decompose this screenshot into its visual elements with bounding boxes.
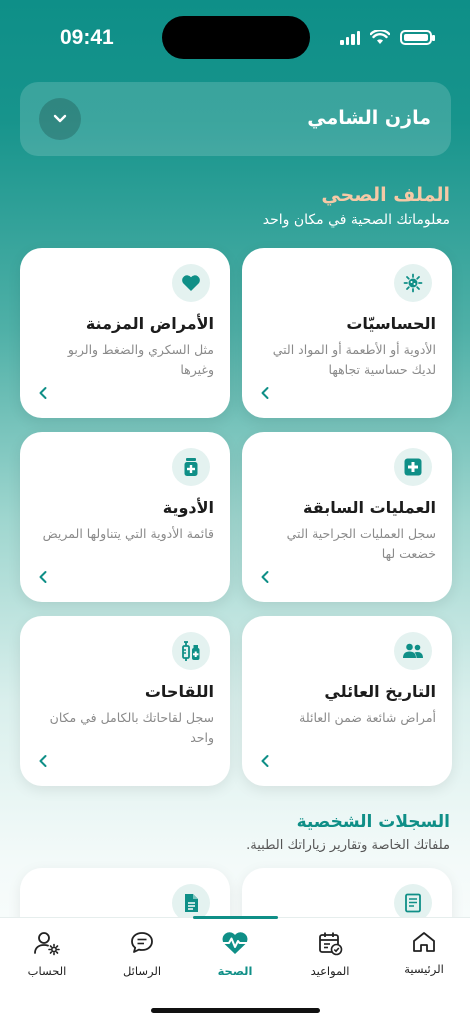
card-title: الحساسيّات [346,314,436,333]
card-medications[interactable]: الأدوية قائمة الأدوية التي يتناولها المر… [20,432,230,602]
card-title: التاريخ العائلي [324,682,436,701]
card-past-surgeries[interactable]: العمليات السابقة سجل العمليات الجراحية ا… [242,432,452,602]
user-settings-icon [34,932,60,956]
medical-plus-icon [404,458,422,476]
card-chronic-diseases[interactable]: الأمراض المزمنة مثل السكري والضغط والربو… [20,248,230,418]
medicine-bottle-icon [184,458,198,476]
nav-appointments[interactable]: المواعيد [290,930,370,978]
status-icons [340,30,435,45]
chat-icon [131,932,153,953]
health-file-title: الملف الصحي [321,184,450,206]
profile-name: مازن الشامي [307,107,431,129]
wifi-icon [370,30,390,44]
status-time: 09:41 [60,26,114,49]
card-description: مثل السكري والضغط والربو وغيرها [67,342,214,377]
chevron-down-icon [53,114,67,123]
health-file-subtitle: معلوماتك الصحية في مكان واحد [262,212,450,228]
nav-label: الرسائل [122,964,162,978]
chevron-left-icon [261,571,269,583]
heart-icon [182,275,200,291]
profile-dropdown-button[interactable] [39,98,81,140]
cellular-signal-icon [340,30,360,45]
card-description: سجل العمليات الجراحية التي خضعت لها [286,526,436,561]
home-indicator [151,1008,320,1013]
nav-label: المواعيد [310,964,350,978]
nav-home[interactable]: الرئيسية [384,930,464,976]
card-description: سجل لقاحاتك بالكامل في مكان واحد [49,710,214,745]
active-tab-indicator [193,916,278,919]
card-title: العمليات السابقة [303,498,436,517]
nav-health[interactable]: الصحة [195,930,275,978]
card-description: أمراض شائعة ضمن العائلة [299,710,436,725]
records-title: السجلات الشخصية [296,812,450,832]
card-family-history[interactable]: التاريخ العائلي أمراض شائعة ضمن العائلة [242,616,452,786]
home-icon [413,932,435,952]
chevron-left-icon [39,387,47,399]
nav-label: الصحة [217,964,253,978]
dynamic-island [162,16,310,59]
nav-messages[interactable]: الرسائل [102,930,182,978]
card-allergies[interactable]: الحساسيّات الأدوية أو الأطعمة أو المواد … [242,248,452,418]
profile-selector[interactable]: مازن الشامي [20,82,451,156]
family-icon [403,643,423,658]
chevron-left-icon [261,387,269,399]
document-icon [185,894,198,912]
heart-pulse-icon [222,932,248,954]
nav-label: الرئيسية [404,962,444,976]
vaccine-icon [182,641,200,661]
records-subtitle: ملفاتك الخاصة وتقارير زياراتك الطبية. [246,838,450,853]
card-vaccines[interactable]: اللقاحات سجل لقاحاتك بالكامل في مكان واح… [20,616,230,786]
calendar-check-icon [319,932,343,956]
status-bar: 09:41 [0,0,470,70]
card-description: الأدوية أو الأطعمة أو المواد التي لديك ح… [272,342,436,377]
card-description: قائمة الأدوية التي يتناولها المريض [42,526,214,541]
chevron-left-icon [39,571,47,583]
allergy-icon [403,273,423,293]
nav-account[interactable]: الحساب [7,930,87,978]
card-title: اللقاحات [144,682,214,701]
chevron-left-icon [39,755,47,767]
nav-label: الحساب [27,964,67,978]
report-icon [405,893,421,913]
card-title: الأمراض المزمنة [85,314,214,333]
card-title: الأدوية [162,498,214,517]
battery-icon [400,30,435,45]
chevron-left-icon [261,755,269,767]
